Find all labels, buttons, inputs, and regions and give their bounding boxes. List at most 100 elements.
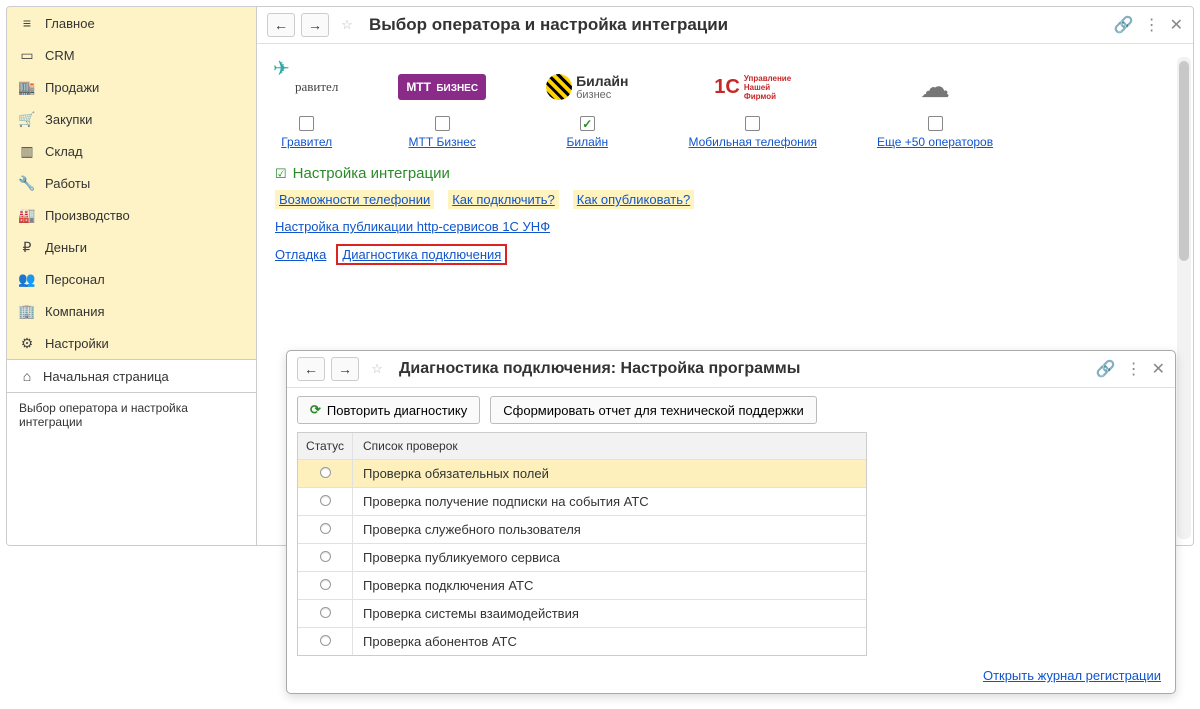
button-label: Сформировать отчет для технической подде… [503, 403, 804, 418]
home-label: Начальная страница [43, 369, 169, 384]
operator-row: равител Гравител МТТ БИЗНЕС МТТ Бизнес Б… [275, 62, 1165, 149]
more-icon[interactable]: ⋮ [1144, 15, 1160, 35]
operator-link[interactable]: МТТ Бизнес [409, 135, 476, 149]
sidebar-item-money[interactable]: ₽ Деньги [7, 231, 256, 263]
current-tab-label[interactable]: Выбор оператора и настройка интеграции [19, 401, 188, 429]
sidebar-item-settings[interactable]: ⚙Настройки [7, 327, 256, 359]
link-http-services[interactable]: Настройка публикации http-сервисов 1С УН… [275, 219, 550, 234]
sidebar-item-label: Персонал [45, 272, 105, 287]
operator-link[interactable]: Мобильная телефония [689, 135, 817, 149]
link-how-publish[interactable]: Как опубликовать? [573, 190, 694, 209]
sidebar-item-main[interactable]: ≡Главное [7, 7, 256, 39]
cloud-phone-icon: ☁ [920, 62, 950, 112]
generate-report-button[interactable]: Сформировать отчет для технической подде… [490, 396, 817, 424]
close-icon[interactable]: ✕ [1152, 359, 1165, 379]
table-row[interactable]: Проверка обязательных полей [298, 460, 866, 488]
open-tabs-area: Выбор оператора и настройка интеграции [7, 392, 256, 545]
link-how-connect[interactable]: Как подключить? [448, 190, 559, 209]
status-indicator [320, 467, 331, 478]
operator-checkbox[interactable] [299, 116, 314, 131]
mtt-logo: МТТ БИЗНЕС [398, 62, 486, 112]
more-icon[interactable]: ⋮ [1126, 359, 1142, 379]
operator-gravitel: равител Гравител [275, 62, 338, 149]
status-indicator [320, 551, 331, 562]
operator-1c: 1CУправление Нашей Фирмой Мобильная теле… [689, 62, 817, 149]
repeat-diagnostics-button[interactable]: ⟳Повторить диагностику [297, 396, 480, 424]
col-checks: Список проверок [353, 433, 866, 459]
close-icon[interactable]: ✕ [1170, 15, 1183, 35]
refresh-icon: ⟳ [310, 402, 321, 418]
operator-checkbox[interactable] [928, 116, 943, 131]
operator-checkbox[interactable] [580, 116, 595, 131]
operator-link[interactable]: Еще +50 операторов [877, 135, 993, 149]
sidebar-item-sales[interactable]: 🏬 Продажи [7, 71, 256, 103]
wrench-icon: 🔧 [19, 175, 35, 191]
scrollbar-thumb[interactable] [1179, 61, 1189, 261]
sidebar-item-purchases[interactable]: 🛒Закупки [7, 103, 256, 135]
sidebar-item-personnel[interactable]: 👥Персонал [7, 263, 256, 295]
sidebar-item-company[interactable]: 🏢Компания [7, 295, 256, 327]
status-indicator [320, 635, 331, 646]
table-row[interactable]: Проверка публикуемого сервиса [298, 544, 866, 572]
sidebar-item-warehouse[interactable]: ▥ Склад [7, 135, 256, 167]
status-indicator [320, 523, 331, 534]
table-row[interactable]: Проверка абонентов АТС [298, 628, 866, 655]
scrollbar[interactable] [1177, 57, 1191, 539]
beeline-logo: Билайнбизнес [546, 62, 628, 112]
cart-icon: 🛒 [19, 111, 35, 127]
table-row[interactable]: Проверка системы взаимодействия [298, 600, 866, 628]
favorite-star-icon[interactable]: ☆ [365, 357, 389, 381]
operator-checkbox[interactable] [745, 116, 760, 131]
favorite-star-icon[interactable]: ☆ [335, 13, 359, 37]
nav-back-button[interactable]: ← [297, 357, 325, 381]
status-indicator [320, 495, 331, 506]
sidebar-item-label: Продажи [45, 80, 99, 95]
integration-settings-heading: ☑ Настройка интеграции [275, 165, 1165, 182]
table-row[interactable]: Проверка служебного пользователя [298, 516, 866, 544]
table-header-row: Статус Список проверок [298, 433, 866, 460]
highlighted-diagnostics-link: Диагностика подключения [336, 244, 507, 265]
link-icon[interactable]: 🔗 [1114, 15, 1134, 35]
gear-icon: ⚙ [19, 335, 35, 351]
building-icon: 🏢 [19, 303, 35, 319]
table-row[interactable]: Проверка подключения АТС [298, 572, 866, 600]
check-name: Проверка абонентов АТС [353, 628, 866, 655]
table-row[interactable]: Проверка получение подписки на события А… [298, 488, 866, 516]
operator-link[interactable]: Гравител [281, 135, 332, 149]
1c-logo: 1CУправление Нашей Фирмой [714, 62, 791, 112]
highlighted-links: Возможности телефонии Как подключить? Ка… [275, 190, 1165, 209]
check-name: Проверка служебного пользователя [353, 516, 866, 543]
checkbox-icon: ☑ [275, 166, 287, 182]
home-page-row[interactable]: ⌂ Начальная страница [7, 359, 256, 392]
modal-header: ← → ☆ Диагностика подключения: Настройка… [287, 351, 1175, 388]
operator-more: ☁ Еще +50 операторов [877, 62, 993, 149]
sidebar-item-label: Главное [45, 16, 95, 31]
nav-forward-button[interactable]: → [301, 13, 329, 37]
open-log-link[interactable]: Открыть журнал регистрации [983, 668, 1161, 683]
sidebar: ≡Главное ▭CRM 🏬 Продажи 🛒Закупки ▥ Склад 🔧… [7, 7, 257, 545]
warehouse-icon: ▥ [19, 143, 35, 159]
log-link-row: Открыть журнал регистрации [287, 662, 1175, 693]
operator-link[interactable]: Билайн [566, 135, 608, 149]
sidebar-item-label: Склад [45, 144, 83, 159]
link-debug[interactable]: Отладка [275, 247, 326, 262]
check-name: Проверка публикуемого сервиса [353, 544, 866, 571]
link-diagnostics[interactable]: Диагностика подключения [342, 247, 501, 262]
sidebar-item-production[interactable]: 🏭Производство [7, 199, 256, 231]
check-name: Проверка подключения АТС [353, 572, 866, 599]
check-name: Проверка системы взаимодействия [353, 600, 866, 627]
money-icon: ₽ [19, 239, 35, 255]
link-icon[interactable]: 🔗 [1096, 359, 1116, 379]
card-icon: ▭ [19, 47, 35, 63]
sidebar-item-crm[interactable]: ▭CRM [7, 39, 256, 71]
operator-beeline: Билайнбизнес Билайн [546, 62, 628, 149]
nav-forward-button[interactable]: → [331, 357, 359, 381]
link-phone-features[interactable]: Возможности телефонии [275, 190, 434, 209]
col-status: Статус [298, 433, 353, 459]
operator-checkbox[interactable] [435, 116, 450, 131]
sidebar-item-label: Деньги [45, 240, 87, 255]
nav-back-button[interactable]: ← [267, 13, 295, 37]
main-header: ← → ☆ Выбор оператора и настройка интегр… [257, 7, 1193, 44]
store-icon: 🏬 [19, 79, 35, 95]
sidebar-item-works[interactable]: 🔧Работы [7, 167, 256, 199]
